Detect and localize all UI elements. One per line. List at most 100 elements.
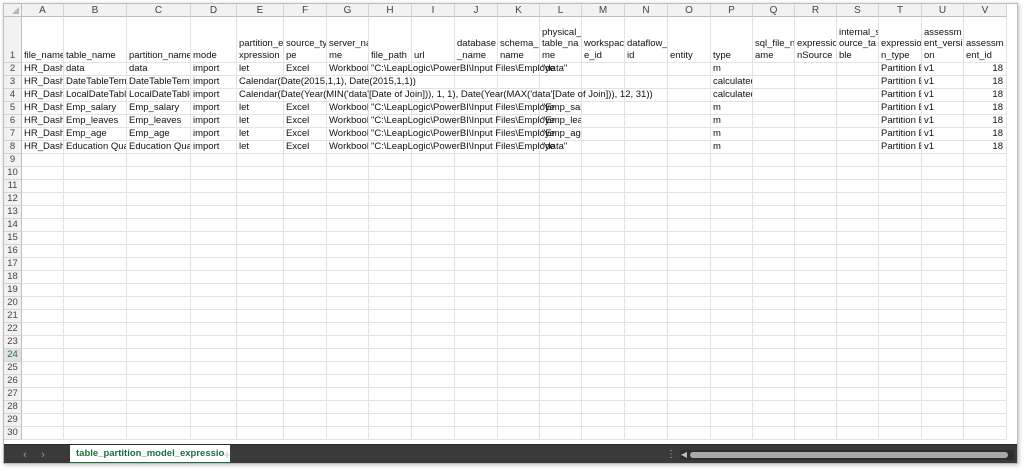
table-cell[interactable] [582,310,625,323]
table-cell[interactable] [837,284,879,297]
table-cell[interactable] [879,388,922,401]
table-cell[interactable] [753,102,795,115]
row-header-22[interactable]: 22 [4,323,22,336]
table-cell[interactable] [964,401,1007,414]
table-cell[interactable] [455,206,498,219]
table-cell[interactable] [369,375,412,388]
table-cell[interactable] [369,297,412,310]
table-cell[interactable] [625,375,668,388]
table-cell[interactable] [327,414,369,427]
table-cell[interactable] [237,180,284,193]
column-title-cell[interactable]: file_path [369,17,412,63]
table-cell[interactable] [964,193,1007,206]
table-cell[interactable] [711,206,753,219]
table-cell[interactable] [284,310,327,323]
table-cell[interactable] [668,206,711,219]
table-cell[interactable] [191,154,237,167]
table-cell[interactable] [711,232,753,245]
table-cell[interactable] [625,271,668,284]
table-cell[interactable] [582,115,625,128]
table-cell[interactable] [837,89,879,102]
table-cell[interactable]: v1 [922,128,964,141]
table-cell[interactable] [237,427,284,440]
table-cell[interactable] [127,232,191,245]
table-cell[interactable] [582,258,625,271]
table-cell[interactable] [498,310,540,323]
table-cell[interactable] [498,167,540,180]
table-cell[interactable] [455,427,498,440]
table-cell[interactable] [498,219,540,232]
table-cell[interactable] [922,258,964,271]
table-cell[interactable] [237,258,284,271]
table-cell[interactable] [540,414,582,427]
table-cell[interactable] [22,245,64,258]
table-cell[interactable] [498,232,540,245]
table-cell[interactable] [879,362,922,375]
table-cell[interactable] [369,323,412,336]
row-header-25[interactable]: 25 [4,362,22,375]
table-cell[interactable] [64,271,127,284]
table-cell[interactable] [498,349,540,362]
table-cell[interactable] [795,297,837,310]
table-cell[interactable] [711,297,753,310]
column-header-v[interactable]: V [964,4,1007,17]
table-cell[interactable] [753,128,795,141]
table-cell[interactable] [879,414,922,427]
row-header-11[interactable]: 11 [4,180,22,193]
table-cell[interactable] [127,206,191,219]
table-cell[interactable] [837,401,879,414]
table-cell[interactable] [327,193,369,206]
table-cell[interactable] [22,154,64,167]
row-header-19[interactable]: 19 [4,284,22,297]
table-cell[interactable]: m [711,63,753,76]
table-cell[interactable] [237,167,284,180]
table-cell[interactable] [412,76,455,89]
table-cell[interactable] [369,219,412,232]
table-cell[interactable] [837,297,879,310]
table-cell[interactable] [879,245,922,258]
table-cell[interactable] [540,219,582,232]
table-cell[interactable]: v1 [922,102,964,115]
table-cell[interactable] [668,258,711,271]
table-cell[interactable] [455,349,498,362]
row-header-30[interactable]: 30 [4,427,22,440]
table-cell[interactable] [127,349,191,362]
column-header-h[interactable]: H [369,4,412,17]
table-cell[interactable] [753,245,795,258]
table-cell[interactable] [582,401,625,414]
table-cell[interactable] [191,284,237,297]
table-cell[interactable] [127,180,191,193]
row-header-7[interactable]: 7 [4,128,22,141]
table-cell[interactable] [127,310,191,323]
table-cell[interactable] [327,167,369,180]
table-cell[interactable] [22,258,64,271]
table-cell[interactable] [22,427,64,440]
table-cell[interactable] [64,258,127,271]
table-cell[interactable] [455,232,498,245]
row-header-3[interactable]: 3 [4,76,22,89]
table-cell[interactable] [668,323,711,336]
table-cell[interactable]: DateTableTemp [64,76,127,89]
row-header-14[interactable]: 14 [4,219,22,232]
table-cell[interactable] [582,219,625,232]
table-cell[interactable] [369,284,412,297]
table-cell[interactable] [582,180,625,193]
table-cell[interactable] [753,76,795,89]
table-cell[interactable] [879,297,922,310]
table-cell[interactable]: Emp_age [64,128,127,141]
table-cell[interactable] [922,310,964,323]
table-cell[interactable] [327,349,369,362]
table-cell[interactable] [879,193,922,206]
table-cell[interactable] [369,362,412,375]
table-cell[interactable] [22,362,64,375]
table-cell[interactable] [237,388,284,401]
table-cell[interactable] [327,258,369,271]
table-cell[interactable] [879,154,922,167]
table-cell[interactable] [922,427,964,440]
table-cell[interactable]: Partition E [879,141,922,154]
row-header-21[interactable]: 21 [4,310,22,323]
table-cell[interactable] [625,388,668,401]
table-cell[interactable] [753,63,795,76]
table-cell[interactable] [753,427,795,440]
table-cell[interactable] [64,167,127,180]
